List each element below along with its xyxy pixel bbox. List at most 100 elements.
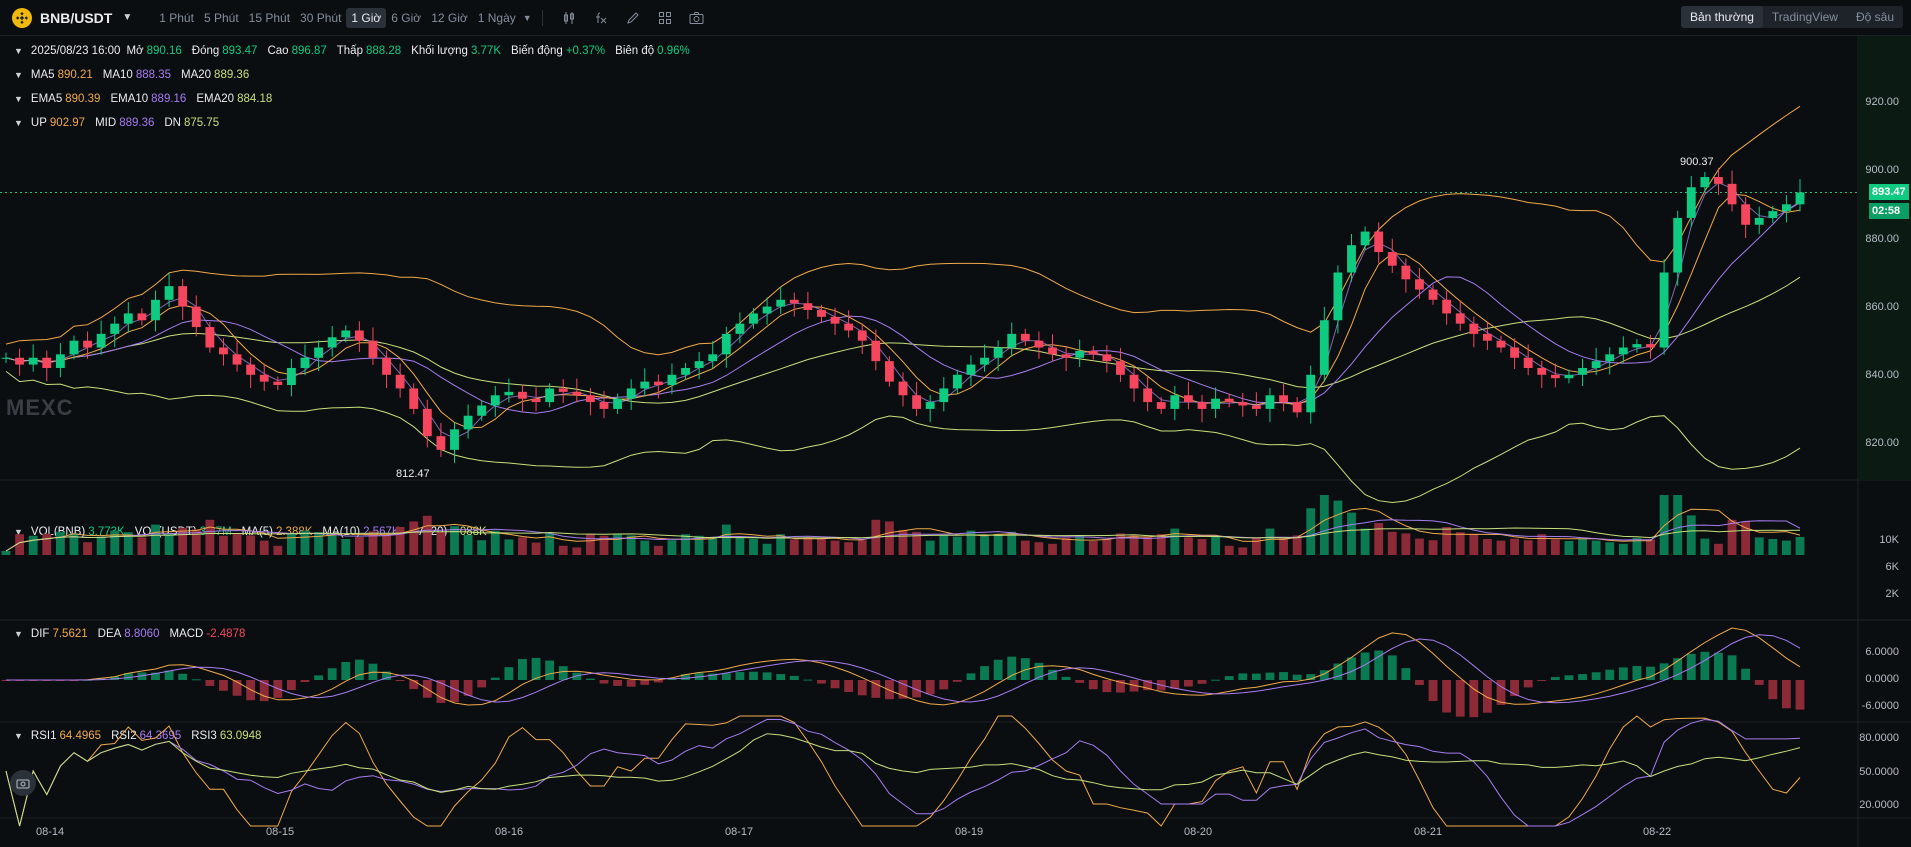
candle-body: [1700, 177, 1710, 188]
candle-body: [314, 347, 324, 358]
boll-upper-line: [5, 105, 1801, 356]
volume-bar: [1347, 512, 1356, 555]
candle-body: [518, 391, 527, 399]
macd-histogram-bar: [1455, 680, 1465, 717]
macd-histogram-bar: [531, 657, 541, 680]
candle-body: [1537, 367, 1547, 375]
draw-pencil-icon[interactable]: [623, 8, 643, 28]
volume-bar: [1428, 540, 1438, 555]
timeframe-tab[interactable]: 15 Phút: [244, 8, 295, 28]
timeframe-tab[interactable]: 30 Phút: [295, 8, 346, 28]
volume-bar: [246, 535, 256, 555]
candle-body: [1211, 398, 1221, 409]
candle-body: [898, 381, 908, 396]
volume-bar: [925, 540, 935, 555]
volume-bar: [300, 530, 310, 555]
candle-body: [1360, 231, 1370, 246]
axis-label: 50.0000: [1859, 766, 1899, 778]
macd-histogram-bar: [1428, 680, 1438, 702]
axis-label: 08-20: [1184, 826, 1213, 838]
candle-body: [694, 361, 704, 368]
volume-bar: [409, 521, 419, 555]
candle-body: [1265, 395, 1275, 409]
candle-body: [83, 340, 92, 348]
macd-histogram-bar: [1523, 680, 1533, 688]
view-tab[interactable]: TradingView: [1763, 6, 1847, 28]
macd-histogram-bar: [314, 675, 324, 680]
volume-bar: [1618, 543, 1628, 555]
candle-body: [246, 364, 256, 375]
macd-histogram-bar: [490, 677, 500, 680]
indicator-fx-icon[interactable]: [591, 8, 611, 28]
volume-bar: [1469, 533, 1479, 555]
macd-histogram-bar: [749, 671, 758, 680]
timeframe-tab[interactable]: 6 Giờ: [386, 8, 426, 28]
candle-settings-icon[interactable]: [559, 8, 579, 28]
candle-body: [803, 303, 813, 311]
volume-bar: [1102, 539, 1112, 555]
macd-histogram-bar: [1387, 655, 1397, 680]
volume-bar: [490, 530, 500, 555]
volume-bar: [749, 538, 758, 555]
candle-body: [42, 357, 52, 368]
candle-body: [178, 286, 188, 307]
candle-body: [640, 381, 650, 389]
candle-body: [1102, 354, 1112, 362]
candle-body: [830, 316, 840, 324]
candle-body: [123, 313, 133, 324]
candle-body: [871, 340, 881, 362]
candle-body: [613, 398, 623, 409]
candle-body: [1455, 313, 1465, 324]
candle-body: [1251, 405, 1261, 409]
candle-body: [1523, 357, 1533, 368]
volume-bar: [1686, 515, 1696, 555]
timeframe-tab[interactable]: 1 Phút: [154, 8, 199, 28]
candle-body: [1741, 204, 1751, 225]
volume-bar: [1482, 539, 1492, 555]
axis-label: 08-19: [955, 826, 984, 838]
candle-body: [1714, 177, 1723, 184]
macd-histogram-bar: [1632, 665, 1642, 680]
macd-histogram-bar: [721, 673, 731, 680]
candle-body: [912, 395, 922, 409]
volume-bar: [450, 526, 459, 555]
timeframe-more-icon[interactable]: ▼: [523, 13, 532, 23]
volume-bar: [1564, 541, 1574, 555]
macd-histogram-bar: [1183, 680, 1193, 687]
volume-bar: [1659, 495, 1669, 555]
macd-histogram-bar: [1415, 680, 1424, 685]
layout-grid-icon[interactable]: [655, 8, 675, 28]
macd-histogram-bar: [762, 672, 772, 680]
view-tab[interactable]: Độ sâu: [1847, 6, 1903, 28]
timeframe-tab[interactable]: 1 Giờ: [346, 7, 387, 28]
screenshot-icon[interactable]: [10, 770, 36, 796]
candle-body: [1428, 289, 1438, 300]
macd-histogram-bar: [1265, 672, 1275, 680]
candle-body: [1768, 211, 1778, 218]
timeframe-tab[interactable]: 1 Ngày: [473, 8, 521, 28]
pair-dropdown-icon[interactable]: ▼: [122, 12, 132, 23]
candle-body: [259, 374, 269, 382]
view-tab[interactable]: Bản thường: [1680, 6, 1763, 28]
candle-body: [205, 327, 215, 348]
volume-bar: [219, 535, 228, 555]
macd-histogram-bar: [1727, 655, 1737, 680]
volume-bar: [1020, 540, 1030, 555]
macd-histogram-bar: [1781, 680, 1791, 709]
axis-label: 08-15: [266, 826, 295, 838]
candle-body: [1659, 272, 1669, 348]
camera-icon[interactable]: [687, 8, 707, 28]
candle-body: [1183, 395, 1193, 403]
axis-label: 08-16: [495, 826, 524, 838]
candle-body: [15, 357, 25, 365]
timeframe-tab[interactable]: 5 Phút: [199, 8, 244, 28]
macd-histogram-bar: [1211, 679, 1221, 681]
candle-body: [504, 391, 514, 396]
macd-histogram-bar: [1618, 667, 1628, 680]
price-chart[interactable]: [0, 36, 1911, 847]
macd-histogram-bar: [1224, 676, 1234, 680]
macd-histogram-bar: [1007, 656, 1017, 680]
timeframe-tab[interactable]: 12 Giờ: [426, 8, 473, 28]
candle-body: [341, 330, 351, 338]
pair-selector[interactable]: BNB/USDT: [40, 10, 112, 26]
